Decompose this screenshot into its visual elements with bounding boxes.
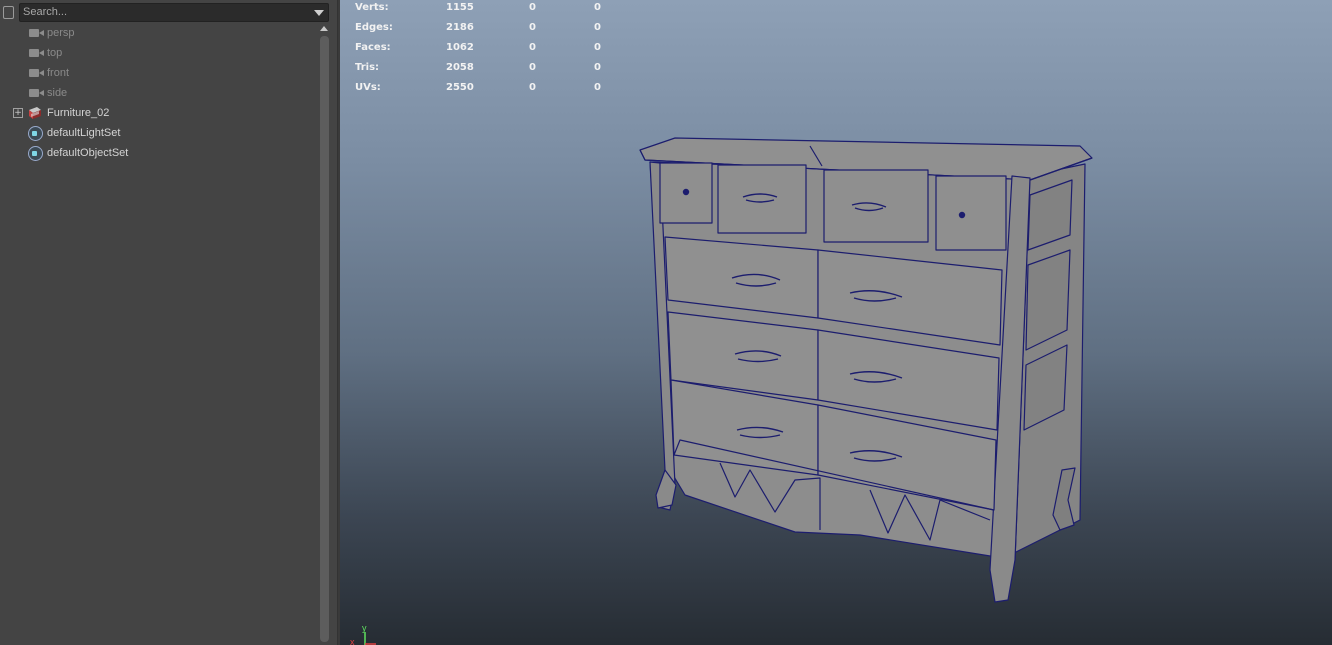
knob bbox=[682, 188, 690, 196]
item-label: Furniture_02 bbox=[47, 107, 110, 119]
search-placeholder: Search... bbox=[23, 6, 68, 18]
item-label: defaultObjectSet bbox=[47, 147, 129, 159]
camera-icon bbox=[29, 29, 44, 37]
drawer-small-4 bbox=[935, 175, 1007, 251]
item-label: side bbox=[47, 87, 68, 99]
group-icon bbox=[29, 107, 41, 119]
outliner-scrollbar[interactable] bbox=[319, 24, 330, 642]
axis-y-label: y bbox=[362, 624, 367, 633]
search-dropdown-icon[interactable] bbox=[314, 10, 324, 16]
axis-gizmo: y x bbox=[350, 624, 376, 645]
camera-icon bbox=[29, 69, 44, 77]
item-label: persp bbox=[47, 27, 75, 39]
outliner-tree: persp top front side + Furniture_02 defa… bbox=[0, 23, 318, 163]
item-label: front bbox=[47, 67, 70, 79]
set-icon bbox=[28, 126, 43, 141]
expand-plus-icon[interactable]: + bbox=[13, 108, 23, 118]
outliner-item-top[interactable]: top bbox=[0, 43, 318, 63]
item-label: defaultLightSet bbox=[47, 127, 121, 139]
outliner-item-persp[interactable]: persp bbox=[0, 23, 318, 43]
knob bbox=[958, 211, 966, 219]
item-label: top bbox=[47, 47, 63, 59]
search-row: Search... bbox=[0, 2, 337, 22]
search-input[interactable]: Search... bbox=[19, 3, 329, 22]
scroll-thumb[interactable] bbox=[320, 36, 329, 642]
dresser-model[interactable] bbox=[340, 0, 1332, 645]
outliner-item-furniture[interactable]: + Furniture_02 bbox=[0, 103, 318, 123]
axis-x-label: x bbox=[350, 637, 355, 645]
camera-icon bbox=[29, 49, 44, 57]
outliner-item-side[interactable]: side bbox=[0, 83, 318, 103]
scroll-up-arrow-icon[interactable] bbox=[320, 26, 328, 31]
outliner-item-defaultlightset[interactable]: defaultLightSet bbox=[0, 123, 318, 143]
drawer-small-3 bbox=[823, 169, 929, 243]
outliner-item-front[interactable]: front bbox=[0, 63, 318, 83]
outliner-item-defaultobjectset[interactable]: defaultObjectSet bbox=[0, 143, 318, 163]
set-icon bbox=[28, 146, 43, 161]
filter-icon[interactable] bbox=[1, 3, 15, 21]
camera-icon bbox=[29, 89, 44, 97]
3d-viewport[interactable]: Verts: 1155 0 0 Edges: 2186 0 0 Faces: 1… bbox=[340, 0, 1332, 645]
outliner-panel: Search... persp top front side + Furnitu… bbox=[0, 0, 337, 645]
drawer-small-2 bbox=[717, 164, 807, 234]
